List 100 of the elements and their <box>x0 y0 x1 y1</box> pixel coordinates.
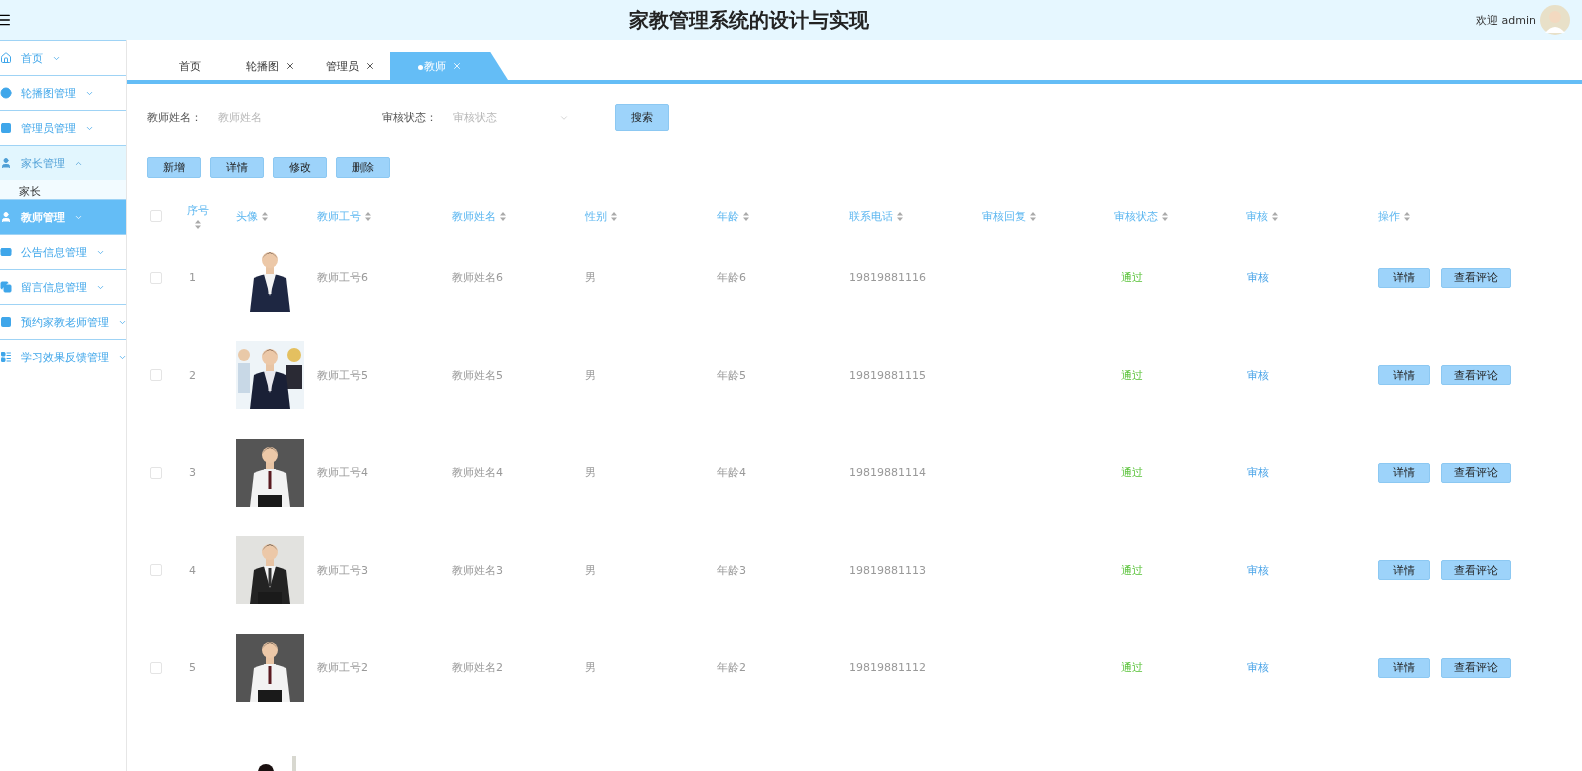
table-cell-text: 男 <box>584 270 597 286</box>
table-cell-text: 教师姓名2 <box>451 660 504 676</box>
status-text: 通过 <box>1120 270 1144 286</box>
card-icon <box>0 246 12 258</box>
action-button[interactable]: 新增 <box>147 157 201 178</box>
table-cell-text: 年龄5 <box>716 367 747 383</box>
table-cell-text: 19819881113 <box>848 563 927 577</box>
tab[interactable]: 轮播图 <box>230 52 310 80</box>
table-cell-text: 教师工号2 <box>316 660 369 676</box>
checkbox[interactable] <box>150 661 162 674</box>
checkbox[interactable] <box>150 466 162 479</box>
column-header: 年龄 <box>717 208 739 224</box>
table-cell-text: 男 <box>584 367 597 383</box>
tab[interactable]: 管理员 <box>310 52 390 80</box>
column-header: 教师姓名 <box>452 208 496 224</box>
status-text: 通过 <box>1120 465 1144 481</box>
user-icon <box>0 211 12 223</box>
sort-icon[interactable] <box>262 211 268 221</box>
table-cell-text: 男 <box>584 465 597 481</box>
table-cell-text: 男 <box>584 562 597 578</box>
select-field[interactable]: 审核状态 <box>451 110 555 125</box>
row-button[interactable]: 查看评论 <box>1441 365 1511 386</box>
table-cell-text: 19819881114 <box>848 466 927 480</box>
table-cell-text: 教师姓名6 <box>451 270 504 286</box>
sort-icon[interactable] <box>500 211 506 221</box>
row-button[interactable]: 详情 <box>1378 267 1430 288</box>
search-button[interactable]: 搜索 <box>615 104 669 131</box>
table-cell-text: 年龄4 <box>716 465 747 481</box>
table-cell-text: 1 <box>188 271 197 285</box>
row-button[interactable]: 查看评论 <box>1441 657 1511 678</box>
disc-icon <box>0 87 12 99</box>
checkbox[interactable] <box>150 271 162 284</box>
list-icon <box>0 351 12 363</box>
row-button[interactable]: 详情 <box>1378 560 1430 581</box>
user-icon <box>0 157 12 169</box>
table-cell-text: 教师姓名3 <box>451 562 504 578</box>
sort-icon[interactable] <box>1404 211 1410 221</box>
row-button[interactable]: 查看评论 <box>1441 267 1511 288</box>
checkbox[interactable] <box>150 564 162 577</box>
table-cell-text: 教师姓名4 <box>451 465 504 481</box>
close-icon[interactable] <box>364 61 375 71</box>
column-header: 审核 <box>1246 208 1268 224</box>
sort-icon[interactable] <box>743 211 749 221</box>
checkbox[interactable] <box>150 210 162 222</box>
table-cell-text: 教师工号6 <box>316 270 369 286</box>
sort-icon[interactable] <box>1030 211 1036 221</box>
table-cell-text: 年龄6 <box>716 270 747 286</box>
action-button[interactable]: 修改 <box>273 157 327 178</box>
table-cell-text: 男 <box>584 660 597 676</box>
field-label: 审核状态： <box>382 110 437 125</box>
column-header: 头像 <box>236 208 258 224</box>
avatar-icon[interactable] <box>1540 5 1570 35</box>
table-cell-text: 教师工号4 <box>316 465 369 481</box>
table-cell-text: 3 <box>188 466 197 480</box>
input-field[interactable]: 教师姓名 <box>216 110 320 125</box>
field-label: 教师姓名： <box>147 110 202 125</box>
copy-icon <box>0 281 12 293</box>
column-header: 审核回复 <box>982 208 1026 224</box>
row-button[interactable]: 详情 <box>1378 365 1430 386</box>
table-cell-text: 5 <box>188 661 197 675</box>
submenu-item[interactable]: 家长 <box>0 180 126 199</box>
row-button[interactable]: 详情 <box>1378 657 1430 678</box>
tab[interactable]: 首页 <box>150 52 230 80</box>
table-cell-text: 2 <box>188 368 197 382</box>
sort-icon[interactable] <box>1162 211 1168 221</box>
table-cell-text: 4 <box>188 563 197 577</box>
row-button[interactable]: 查看评论 <box>1441 462 1511 483</box>
table-cell-text: 年龄2 <box>716 660 747 676</box>
sort-icon[interactable] <box>611 211 617 221</box>
status-text: 通过 <box>1120 367 1144 383</box>
table-cell-text: 19819881112 <box>848 661 927 675</box>
column-header: 操作 <box>1378 208 1400 224</box>
column-header: 性别 <box>585 208 607 224</box>
sort-icon[interactable] <box>897 211 903 221</box>
table-cell-text: 教师工号5 <box>316 367 369 383</box>
app-title: 家教管理系统的设计与实现 <box>628 6 870 34</box>
sort-icon[interactable] <box>365 211 371 221</box>
table-cell-text: 年龄3 <box>716 562 747 578</box>
table-cell-text: 教师姓名5 <box>451 367 504 383</box>
table-cell-text: 19819881116 <box>848 271 927 285</box>
welcome-text: 欢迎 admin <box>1476 12 1536 28</box>
checkbox[interactable] <box>150 369 162 382</box>
column-header: 联系电话 <box>849 208 893 224</box>
column-header: 审核状态 <box>1114 208 1158 224</box>
status-text: 通过 <box>1120 660 1144 676</box>
table-cell-text: 教师工号3 <box>316 562 369 578</box>
square-icon <box>0 316 12 328</box>
action-button[interactable]: 删除 <box>336 157 390 178</box>
status-text: 通过 <box>1120 562 1144 578</box>
action-button[interactable]: 详情 <box>210 157 264 178</box>
column-header: 序号 <box>187 203 209 218</box>
close-icon[interactable] <box>284 61 295 71</box>
home-icon <box>0 52 12 64</box>
column-header: 教师工号 <box>317 208 361 224</box>
row-button[interactable]: 查看评论 <box>1441 560 1511 581</box>
sort-icon[interactable] <box>195 220 201 229</box>
table-cell-text: 19819881115 <box>848 368 927 382</box>
sort-icon[interactable] <box>1272 211 1278 221</box>
row-button[interactable]: 详情 <box>1378 462 1430 483</box>
menu-icon[interactable] <box>0 12 12 28</box>
